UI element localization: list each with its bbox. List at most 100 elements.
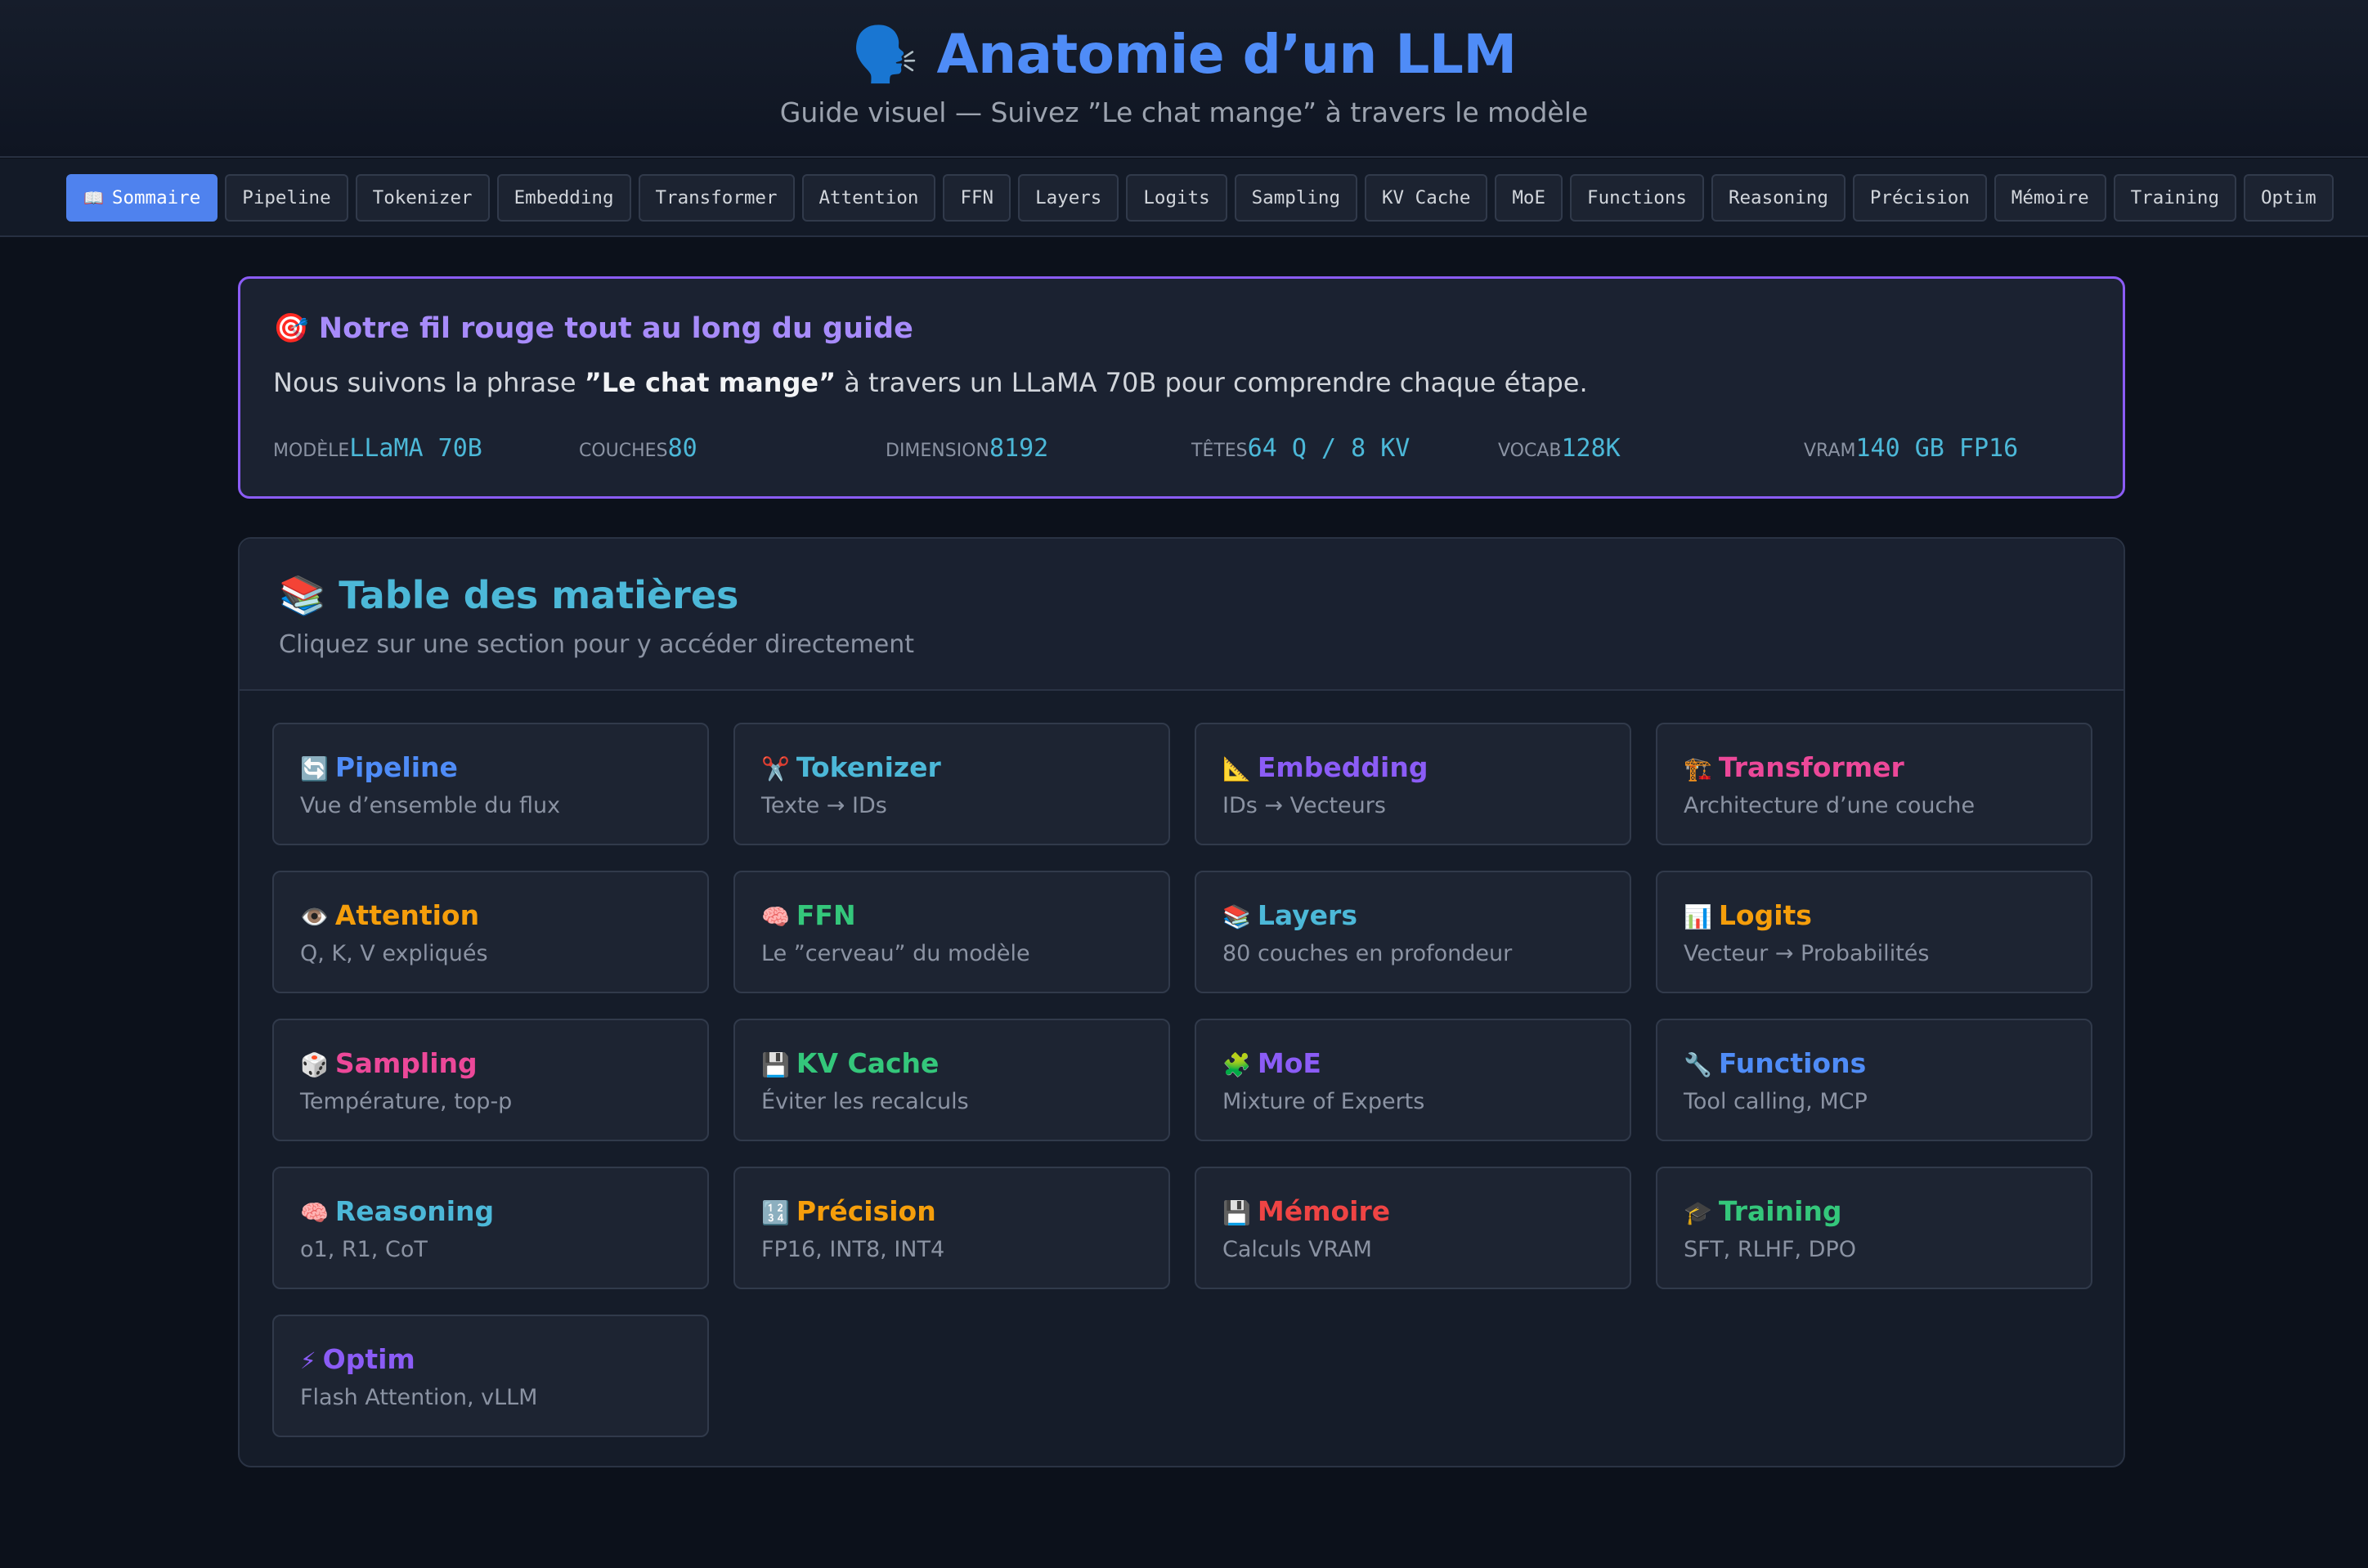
toc-card-training[interactable]: 🎓 Training SFT, RLHF, DPO: [1656, 1167, 2092, 1289]
toc-card-functions[interactable]: 🔧 Functions Tool calling, MCP: [1656, 1019, 2092, 1141]
toc-card-title: 📐 Embedding: [1222, 751, 1428, 783]
toc-card-desc: Q, K, V expliqués: [300, 941, 488, 966]
page-title: 🗣️ Anatomie d’un LLM: [0, 23, 2368, 87]
toc-card-reasoning[interactable]: 🧠 Reasoning o1, R1, CoT: [272, 1167, 709, 1289]
toc-card-desc: SFT, RLHF, DPO: [1684, 1237, 1856, 1262]
nav-tab-moe[interactable]: MoE: [1495, 174, 1563, 222]
nav-tab-training[interactable]: Training: [2113, 174, 2236, 222]
nav-tab-kv-cache[interactable]: KV Cache: [1365, 174, 1488, 222]
stat-label: VRAM: [1804, 441, 1856, 461]
nav-tab-sommaire[interactable]: 📖 Sommaire: [66, 174, 218, 222]
toc-card-title-text: Tokenizer: [796, 751, 941, 783]
stat-modele: ModèleLLaMA 70B: [273, 434, 482, 463]
toc-card-attention[interactable]: 👁️ Attention Q, K, V expliqués: [272, 871, 709, 993]
nav-tab-ffn[interactable]: FFN: [943, 174, 1011, 222]
toc-card-title-text: Transformer: [1718, 751, 1904, 783]
stat-label: Modèle: [273, 441, 350, 461]
toc-card-title: 💾 Mémoire: [1222, 1195, 1390, 1227]
stat-label: Dimension: [886, 441, 989, 461]
toc-card-logits[interactable]: 📊 Logits Vecteur → Probabilités: [1656, 871, 2092, 993]
toc-card-title: 🎓 Training: [1684, 1195, 1842, 1227]
toc-card-title: 🔢 Précision: [761, 1195, 936, 1227]
section-icon: 🧠: [761, 903, 790, 930]
nav-tab-m-moire[interactable]: Mémoire: [1994, 174, 2106, 222]
toc-card-title-text: Logits: [1718, 899, 1812, 931]
toc-card-precision[interactable]: 🔢 Précision FP16, INT8, INT4: [733, 1167, 1170, 1289]
toc-card-desc: Mixture of Experts: [1222, 1089, 1425, 1114]
toc-card-desc: Éviter les recalculs: [761, 1089, 969, 1114]
nav-tab-label: Logits: [1143, 187, 1210, 208]
toc-card-embedding[interactable]: 📐 Embedding IDs → Vecteurs: [1195, 723, 1631, 845]
stat-label: Têtes: [1191, 441, 1248, 461]
toc-card-pipeline[interactable]: 🔄 Pipeline Vue d’ensemble du flux: [272, 723, 709, 845]
fil-rouge-text-after: à travers un LLaMA 70B pour comprendre c…: [836, 367, 1588, 398]
fil-rouge-text: Nous suivons la phrase ”Le chat mange” à…: [273, 367, 1588, 398]
toc-card-title-text: KV Cache: [796, 1047, 940, 1079]
toc-title: 📚 Table des matières: [279, 573, 738, 618]
nav-tab-optim[interactable]: Optim: [2244, 174, 2334, 222]
toc-card-memoire[interactable]: 💾 Mémoire Calculs VRAM: [1195, 1167, 1631, 1289]
nav-tab-sampling[interactable]: Sampling: [1234, 174, 1358, 222]
toc-card-sampling[interactable]: 🎲 Sampling Température, top-p: [272, 1019, 709, 1141]
toc-card-desc: 80 couches en profondeur: [1222, 941, 1513, 966]
toc-card-title: ✂️ Tokenizer: [761, 751, 941, 783]
section-icon: 🔢: [761, 1199, 790, 1226]
model-stats: ModèleLLaMA 70B Couches80 Dimension8192 Têt…: [273, 434, 2097, 470]
nav-tab-label: Layers: [1035, 187, 1102, 208]
toc-card-title-text: Pipeline: [334, 751, 458, 783]
nav-tab-label: Précision: [1869, 187, 1970, 208]
toc-card-title: 💾 KV Cache: [761, 1047, 939, 1079]
toc-card-desc: Le ”cerveau” du modèle: [761, 941, 1030, 966]
toc-grid: 🔄 Pipeline Vue d’ensemble du flux ✂️ Tokeniz…: [272, 723, 2094, 1437]
toc-card-title: 🧩 MoE: [1222, 1047, 1321, 1079]
section-icon: 💾: [1222, 1199, 1251, 1226]
page-title-text: Anatomie d’un LLM: [936, 23, 1517, 86]
toc-card-title: 📚 Layers: [1222, 899, 1357, 931]
nav-tab-pipeline[interactable]: Pipeline: [225, 174, 348, 222]
toc-card-title-text: MoE: [1257, 1047, 1321, 1079]
section-icon: 🔧: [1684, 1051, 1712, 1078]
nav-tab-functions[interactable]: Functions: [1570, 174, 1704, 222]
toc-card-desc: Texte → IDs: [761, 793, 887, 818]
toc-card-title: 🧠 Reasoning: [300, 1195, 494, 1227]
nav-tab-layers[interactable]: Layers: [1018, 174, 1119, 222]
toc-card-title: 🎲 Sampling: [300, 1047, 478, 1079]
toc-card-title-text: Layers: [1257, 899, 1357, 931]
toc-subtitle: Cliquez sur une section pour y accéder d…: [279, 630, 914, 659]
nav-tab-label: Tokenizer: [372, 187, 473, 208]
nav-tab-label: KV Cache: [1382, 187, 1471, 208]
toc-card-title: 🧠 FFN: [761, 899, 856, 931]
nav-tab-pr-cision[interactable]: Précision: [1852, 174, 1987, 222]
section-icon: 📚: [1222, 903, 1251, 930]
nav-tab-logits[interactable]: Logits: [1126, 174, 1227, 222]
toc-card-tokenizer[interactable]: ✂️ Tokenizer Texte → IDs: [733, 723, 1170, 845]
toc-card-desc: FP16, INT8, INT4: [761, 1237, 945, 1262]
fil-rouge-phrase: ”Le chat mange”: [584, 367, 836, 398]
nav-tab-label: Optim: [2261, 187, 2316, 208]
toc-card-transformer[interactable]: 🏗️ Transformer Architecture d’une couche: [1656, 723, 2092, 845]
toc-card-moe[interactable]: 🧩 MoE Mixture of Experts: [1195, 1019, 1631, 1141]
header: 🗣️ Anatomie d’un LLM Guide visuel — Suiv…: [0, 0, 2368, 158]
toc-card-kv-cache[interactable]: 💾 KV Cache Éviter les recalculs: [733, 1019, 1170, 1141]
toc-title-text: Table des matières: [339, 573, 739, 617]
stat-value: 128K: [1561, 434, 1621, 463]
target-icon: 🎯: [273, 312, 309, 345]
nav-tab-label: Mémoire: [2011, 187, 2089, 208]
section-icon: ⚡: [300, 1347, 316, 1374]
stat-value: 8192: [989, 434, 1049, 463]
nav-tab-embedding[interactable]: Embedding: [496, 174, 631, 222]
toc-card-title-text: Mémoire: [1257, 1195, 1391, 1227]
section-icon: 📐: [1222, 755, 1251, 782]
section-icon: 🔄: [300, 755, 329, 782]
books-icon: 📚: [279, 573, 326, 617]
nav-tab-reasoning[interactable]: Reasoning: [1711, 174, 1846, 222]
toc-card-layers[interactable]: 📚 Layers 80 couches en profondeur: [1195, 871, 1631, 993]
page-subtitle: Guide visuel — Suivez ”Le chat mange” à …: [779, 96, 1589, 128]
section-icon: 💾: [761, 1051, 790, 1078]
nav-tab-attention[interactable]: Attention: [801, 174, 936, 222]
nav-tab-transformer[interactable]: Transformer: [638, 174, 795, 222]
toc-card-ffn[interactable]: 🧠 FFN Le ”cerveau” du modèle: [733, 871, 1170, 993]
toc-card-desc: Flash Attention, vLLM: [300, 1385, 538, 1410]
toc-card-optim[interactable]: ⚡ Optim Flash Attention, vLLM: [272, 1315, 709, 1437]
nav-tab-tokenizer[interactable]: Tokenizer: [355, 174, 490, 222]
